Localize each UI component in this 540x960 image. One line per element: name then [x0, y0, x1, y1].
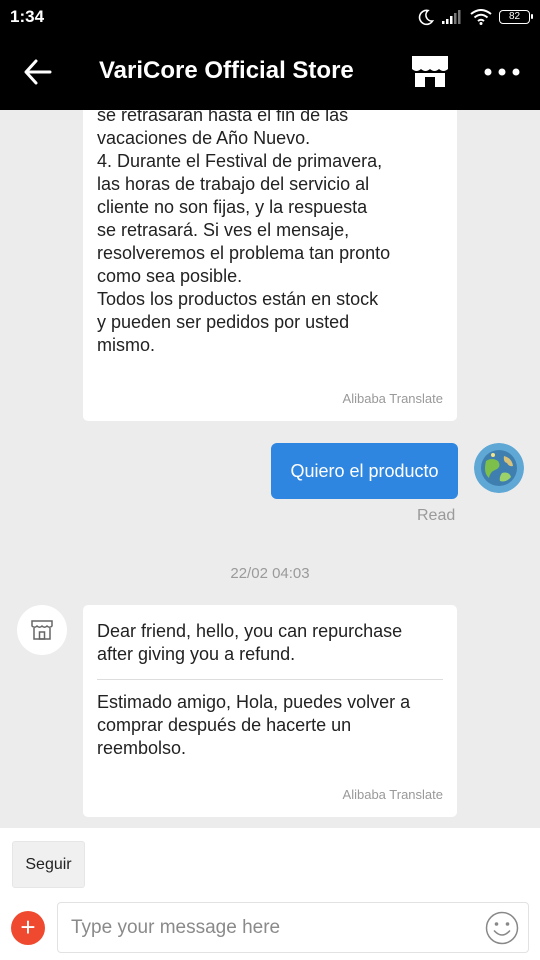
- message-translation: Estimado amigo, Hola, puedes volver a co…: [97, 692, 411, 758]
- battery-level: 82: [508, 11, 521, 22]
- status-bar: 1:34 82: [0, 0, 540, 34]
- message-input[interactable]: [71, 913, 471, 943]
- message-bubble-user: Quiero el producto: [271, 443, 458, 499]
- store-avatar-icon: [31, 620, 53, 640]
- moon-icon: [418, 9, 434, 25]
- message-date: 22/02 04:03: [230, 565, 310, 582]
- message-bubble-store: Dear friend, hello, you can repurchase a…: [83, 605, 457, 817]
- message-input-box[interactable]: [57, 902, 529, 953]
- user-avatar[interactable]: [474, 443, 524, 493]
- smiley-icon[interactable]: [485, 911, 519, 945]
- globe-avatar-image: [474, 443, 524, 493]
- chat-area[interactable]: se retrasarán hasta el fin de las vacaci…: [0, 110, 540, 828]
- page-title: VariCore Official Store: [99, 57, 354, 84]
- store-avatar[interactable]: [17, 605, 67, 655]
- translate-label[interactable]: Alibaba Translate: [343, 391, 443, 406]
- more-icon[interactable]: [484, 64, 520, 80]
- message-text: se retrasarán hasta el fin de las vacaci…: [97, 110, 391, 355]
- back-arrow-icon[interactable]: [22, 58, 54, 86]
- composer-area: Seguir +: [0, 828, 540, 960]
- app-bar: VariCore Official Store: [0, 34, 540, 110]
- plus-icon[interactable]: +: [11, 911, 45, 945]
- message-bubble-store: se retrasarán hasta el fin de las vacaci…: [83, 110, 457, 421]
- store-icon[interactable]: [410, 54, 450, 88]
- status-icons: 82: [417, 6, 533, 28]
- read-status: Read: [417, 507, 456, 524]
- signal-icon: [442, 10, 461, 24]
- translation-divider: [97, 679, 443, 680]
- translate-label[interactable]: Alibaba Translate: [343, 787, 443, 802]
- status-time: 1:34: [10, 7, 45, 26]
- message-text: Dear friend, hello, you can repurchase a…: [97, 621, 403, 664]
- follow-button[interactable]: Seguir: [12, 841, 85, 888]
- wifi-icon: [470, 9, 492, 25]
- battery-icon: 82: [499, 10, 533, 24]
